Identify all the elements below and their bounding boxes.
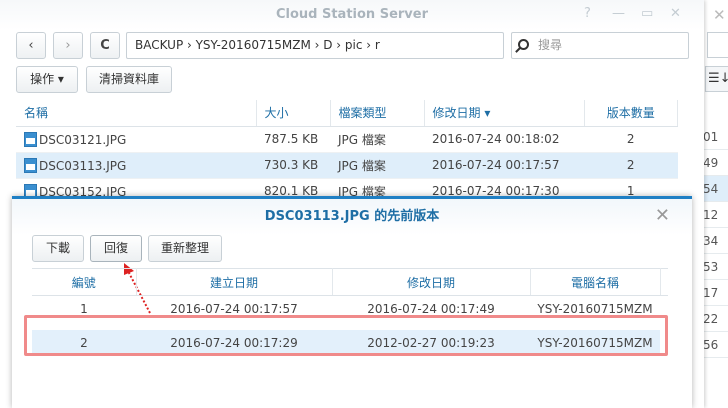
minimize-icon[interactable]: — (612, 6, 625, 21)
file-versions: 2 (584, 126, 678, 153)
bg-value: 01 (703, 124, 728, 150)
table-row[interactable]: DSC03121.JPG 787.5 KB JPG 檔案 2016-07-24 00:… (16, 126, 678, 153)
col-computer[interactable]: 電腦名稱 (530, 268, 661, 296)
dialog-close-icon[interactable]: ✕ (655, 205, 670, 226)
close-icon[interactable]: ✕ (670, 6, 681, 21)
file-versions: 2 (584, 152, 678, 179)
refresh-button[interactable]: C (90, 32, 120, 59)
bg-value: 12 (703, 202, 728, 228)
maximize-icon[interactable]: ▭ (641, 6, 653, 21)
file-table: 名稱 大小 檔案類型 修改日期 ▾ 版本數量 DSC03121.JPG 787.5… (16, 100, 678, 205)
bg-value: 53 (703, 254, 728, 280)
col-modified[interactable]: 修改日期 (332, 268, 531, 296)
search-placeholder: 搜尋 (538, 38, 563, 52)
bg-value: 56 (703, 332, 728, 358)
bg-value: 22 (703, 306, 728, 332)
file-modified: 2016-07-24 00:17:57 (424, 152, 584, 179)
bg-value: 17 (703, 280, 728, 306)
file-size: 787.5 KB (256, 126, 330, 153)
forward-button[interactable]: › (53, 32, 83, 59)
col-number[interactable]: 編號 (32, 268, 137, 296)
bg-value: 34 (703, 228, 728, 254)
restore-button[interactable]: 回復 (90, 235, 142, 262)
file-type: JPG 檔案 (330, 126, 424, 153)
col-versions[interactable]: 版本數量 (584, 100, 678, 127)
clean-database-button[interactable]: 清掃資料庫 (86, 66, 172, 93)
file-name: DSC03113.JPG (39, 158, 127, 173)
bg-value: 54 (703, 176, 728, 202)
operate-button[interactable]: 操作 ▾ (16, 66, 78, 93)
col-modified[interactable]: 修改日期 ▾ (424, 100, 585, 127)
window-title: Cloud Station Server (0, 0, 704, 30)
dialog-title: DSC03113.JPG 的先前版本 (12, 199, 692, 235)
background-window: ✕ ☰↓ 01 49 54 12 34 53 17 22 56 (700, 0, 728, 408)
file-size: 730.3 KB (256, 152, 330, 179)
image-file-icon (24, 157, 37, 173)
search-input[interactable]: 搜尋 (511, 32, 689, 59)
refresh-list-button[interactable]: 重新整理 (148, 235, 222, 262)
previous-versions-dialog: DSC03113.JPG 的先前版本 ✕ 下載 回復 重新整理 編號 建立日期 … (12, 196, 692, 408)
image-file-icon (24, 131, 37, 147)
col-created[interactable]: 建立日期 (136, 268, 333, 296)
bg-close-icon[interactable]: ✕ (713, 6, 726, 24)
col-name[interactable]: 名稱 (16, 100, 257, 127)
highlight-box (24, 315, 668, 356)
help-icon[interactable]: ? (584, 6, 591, 21)
file-type: JPG 檔案 (330, 152, 424, 179)
bg-value: 49 (703, 150, 728, 176)
file-modified: 2016-07-24 00:18:02 (424, 126, 584, 153)
col-type[interactable]: 檔案類型 (330, 100, 425, 127)
back-button[interactable]: ‹ (16, 32, 46, 59)
breadcrumb-path[interactable]: BACKUP › YSY-20160715MZM › D › pic › r (126, 32, 504, 59)
file-name: DSC03121.JPG (39, 132, 127, 147)
bg-search-box[interactable] (707, 32, 728, 58)
col-size[interactable]: 大小 (256, 100, 331, 127)
sort-icon[interactable]: ☰↓ (705, 66, 728, 92)
cloud-station-window: Cloud Station Server ? — ▭ ✕ ‹ › C BACKU… (0, 0, 704, 408)
download-button[interactable]: 下載 (32, 235, 84, 262)
table-row[interactable]: DSC03113.JPG 730.3 KB JPG 檔案 2016-07-24 00:… (16, 152, 678, 179)
search-icon (518, 39, 529, 50)
